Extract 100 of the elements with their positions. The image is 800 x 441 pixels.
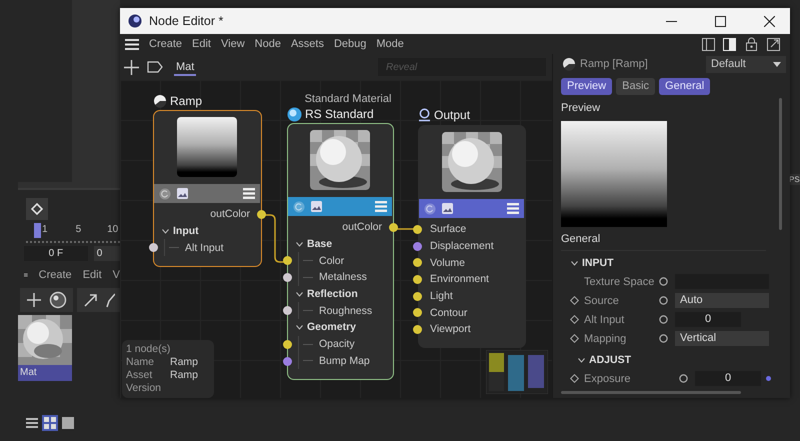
port-dot[interactable] [283,256,292,266]
port-dot[interactable] [283,356,292,366]
menu-item[interactable]: View [221,38,245,50]
tab[interactable]: General [659,78,710,95]
menu-item[interactable]: Edit [82,269,102,281]
frame-field[interactable]: 0 [94,246,120,261]
port-label: Color [319,254,344,267]
tag-icon[interactable] [147,61,163,73]
plus-icon[interactable] [26,292,42,308]
tab[interactable]: Preview [561,78,612,95]
port-dot[interactable] [283,273,292,282]
plus-icon[interactable] [124,60,139,74]
port-dot[interactable] [413,225,422,234]
port-dot[interactable] [413,275,422,284]
port-dot[interactable] [413,242,422,251]
info-value: Ramp [170,369,198,382]
chevron-icon[interactable] [571,260,578,266]
tab[interactable]: Basic [616,78,656,95]
chevron-icon[interactable] [296,242,303,247]
image-icon[interactable] [177,188,188,199]
ramp-icon [562,57,576,71]
port-toggle-icon[interactable] [659,296,668,305]
chevron-icon[interactable] [296,292,303,297]
chevron-icon[interactable] [296,324,303,330]
menu-item[interactable]: Create [149,38,182,50]
chevron-icon[interactable] [578,358,585,362]
port-label: Volume [430,256,466,269]
diamond-icon [31,203,43,215]
group-label: Geometry [307,321,356,334]
port-toggle-icon[interactable] [659,277,668,286]
dropdown[interactable]: Auto [675,293,769,308]
port-dot[interactable] [283,306,292,316]
scrollbar[interactable] [779,98,782,230]
info-label: Version [126,382,162,395]
preset-dropdown[interactable]: Default [706,56,786,72]
port-dot[interactable] [413,292,422,301]
port-dot[interactable] [283,340,292,349]
port-toggle-icon[interactable] [659,334,668,343]
node-title: Output [434,108,470,122]
keyframe-icon[interactable] [570,315,579,324]
node-canvas[interactable] [120,80,552,398]
grid-view-icon[interactable] [42,415,58,431]
keyframe-icon[interactable] [570,296,579,305]
image-icon[interactable] [442,203,453,214]
menu-item[interactable]: Debug [334,38,366,50]
port-toggle-icon[interactable] [659,315,668,324]
port-dot[interactable] [413,325,422,334]
port-toggle-icon[interactable] [679,374,688,383]
sphere-icon[interactable] [49,291,67,309]
port-dot[interactable] [389,223,398,232]
menu-item[interactable]: Mode [376,38,404,50]
section-label: General [561,232,602,246]
menu-item[interactable]: Assets [290,38,324,50]
menu-item[interactable]: Create [38,269,72,281]
menu-item[interactable]: V [112,269,120,281]
gradient-preview [177,117,237,177]
menu-item[interactable]: Edit [192,38,211,50]
group-title: ADJUST [589,354,632,366]
keyframe-icon[interactable] [570,374,579,383]
popout-icon[interactable] [767,38,780,50]
minimap[interactable] [486,350,548,394]
breadcrumb-tab[interactable]: Mat [174,58,196,76]
image-icon[interactable] [311,201,322,212]
port-label: Roughness [319,304,372,317]
refresh-icon[interactable] [424,202,436,214]
port-dot[interactable] [257,210,266,219]
chevron-icon[interactable] [162,228,169,234]
ruler-label: 10 [107,223,118,236]
ramp-icon [153,94,167,108]
port-dot[interactable] [413,258,422,268]
menu-item[interactable]: Node [254,38,281,50]
caret-icon [773,62,781,66]
refresh-icon[interactable] [293,200,305,212]
app-icon [128,14,142,28]
keyframe-icon[interactable] [570,334,579,343]
number-field[interactable]: 0 [695,371,761,386]
list-view-icon[interactable] [24,415,40,431]
panel-toggle-icon[interactable] [723,38,736,50]
dropdown[interactable]: Vertical [675,331,769,346]
info-value: Ramp [170,356,198,369]
node-name: Ramp [Ramp] [580,58,648,70]
port-label: Opacity [319,338,355,350]
node-subtitle: Standard Material [304,93,392,106]
layout-icon[interactable] [702,38,715,50]
frame-field[interactable]: 0 F [24,246,88,261]
single-view-icon[interactable] [60,415,76,431]
info-label: Asset [126,369,154,382]
port-dot[interactable] [149,243,158,252]
lock-icon[interactable] [746,37,757,51]
menu-icon[interactable] [125,38,139,50]
port-dot[interactable] [413,308,422,318]
arrow-icon[interactable] [83,292,99,308]
ruler-label: 1 [42,223,48,236]
section-label: Preview [561,101,602,115]
refresh-icon[interactable] [159,188,171,200]
keyframe-button[interactable] [26,198,48,220]
material-tile[interactable]: Mat [18,315,72,381]
scrollbar[interactable] [561,391,741,394]
pen-icon[interactable] [106,292,115,308]
number-field[interactable]: 0 [675,312,741,327]
